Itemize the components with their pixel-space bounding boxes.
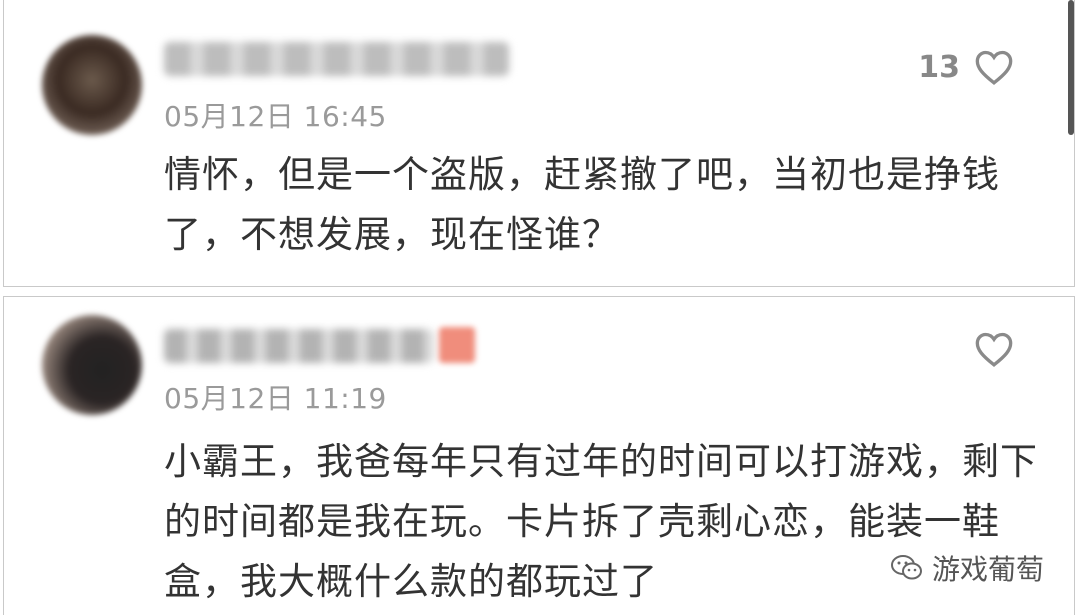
comment-card: 05月12日 16:45 13 情怀，但是一个盗版，赶紧撤了吧，当初也是挣钱了，…	[3, 0, 1075, 287]
user-badge-icon	[439, 327, 475, 363]
wechat-icon	[890, 555, 922, 580]
avatar[interactable]	[42, 35, 142, 135]
heart-icon	[975, 50, 1013, 85]
like-count: 13	[918, 49, 960, 85]
like-button[interactable]	[960, 330, 1014, 368]
watermark-label: 游戏葡萄	[931, 553, 1044, 586]
like-button[interactable]: 13	[918, 48, 1014, 86]
username-blurred[interactable]	[164, 42, 509, 76]
watermark: 游戏葡萄	[883, 546, 1050, 590]
scrollbar[interactable]	[1068, 0, 1074, 135]
heart-icon	[975, 332, 1013, 367]
username-blurred[interactable]	[164, 329, 434, 363]
comment-text: 情怀，但是一个盗版，赶紧撤了吧，当初也是挣钱了，不想发展，现在怪谁？	[164, 153, 1000, 256]
comment-timestamp: 05月12日 11:19	[164, 382, 387, 415]
avatar[interactable]	[42, 315, 142, 415]
comment-timestamp: 05月12日 16:45	[164, 100, 387, 133]
